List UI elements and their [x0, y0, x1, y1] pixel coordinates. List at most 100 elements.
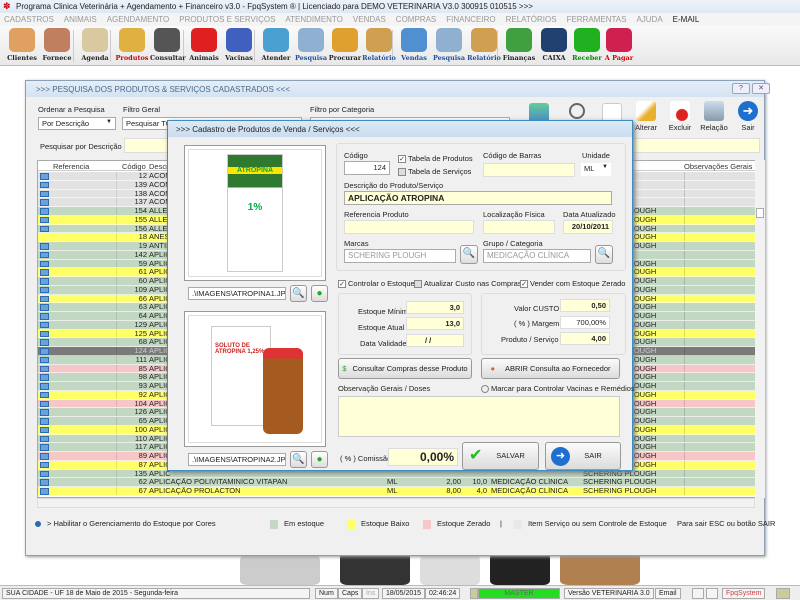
toolbar-button[interactable]: Vendas — [397, 28, 431, 65]
loc-field[interactable] — [483, 220, 555, 234]
toolbar-button[interactable]: CAIXA — [537, 28, 571, 65]
row-image-icon[interactable] — [40, 461, 49, 469]
toolbar-button[interactable]: Produtos — [115, 28, 149, 65]
row-image-icon[interactable] — [40, 479, 49, 486]
row-image-icon[interactable] — [40, 216, 49, 224]
toolbar-button[interactable]: Relatório — [467, 28, 501, 65]
row-image-icon[interactable] — [40, 330, 49, 337]
dialog-exit-button[interactable]: ➜ SAIR — [545, 442, 621, 470]
row-image-icon[interactable] — [40, 278, 49, 285]
chk-update-cost[interactable]: Atualizar Custo nas Compras — [414, 279, 522, 289]
toolbar-button[interactable]: Atender — [259, 28, 293, 65]
group-field[interactable]: MEDICAÇÃO CLÍNICA — [483, 249, 591, 263]
consult-purchases-button[interactable]: $ Consultar Compras desse Produto — [338, 358, 472, 379]
row-image-icon[interactable] — [40, 260, 49, 267]
brand-search-button[interactable]: 🔍 — [460, 245, 478, 264]
edit-button[interactable]: Alterar — [630, 101, 662, 135]
row-image-icon[interactable] — [40, 190, 49, 197]
menu-item[interactable]: AGENDAMENTO — [107, 15, 170, 26]
table-row[interactable]: 62 APLICAÇÃO POLIVITAMINICO VITAPAN ML 2,00… — [38, 478, 756, 487]
table-row[interactable]: 67 APLICAÇÃO PROLACTON ML 8,00 4,0 MEDICAÇÃO … — [38, 487, 756, 496]
row-image-icon[interactable] — [40, 409, 49, 416]
row-image-icon[interactable] — [40, 470, 49, 477]
horizontal-scrollbar[interactable] — [37, 498, 755, 508]
row-image-icon[interactable] — [40, 208, 49, 215]
row-image-icon[interactable] — [40, 453, 49, 460]
chk-sell-zero[interactable]: ✓ Vender com Estoque Zerado — [520, 279, 625, 289]
toolbar-button[interactable]: Pesquisa — [432, 28, 466, 65]
date-field[interactable]: 20/10/2011 — [563, 220, 613, 234]
col-codigo[interactable]: Código — [122, 162, 146, 171]
row-image-icon[interactable] — [40, 488, 49, 495]
unit-select[interactable]: ML — [581, 163, 611, 176]
status-email[interactable]: Email — [655, 588, 681, 599]
row-image-icon[interactable] — [40, 173, 49, 180]
image2-path[interactable]: .\IMAGENS\ATROPINA2.JPG — [188, 453, 286, 466]
network-icon[interactable] — [706, 588, 718, 599]
row-image-icon[interactable] — [40, 225, 49, 232]
menu-item[interactable]: FERRAMENTAS — [567, 15, 627, 26]
toolbar-button[interactable]: Vacinas — [222, 28, 256, 65]
vertical-scrollbar[interactable] — [755, 160, 765, 498]
row-image-icon[interactable] — [40, 348, 49, 355]
row-image-icon[interactable] — [40, 304, 49, 311]
menu-item-email[interactable]: E-MAIL — [673, 15, 700, 26]
printer-icon[interactable] — [692, 588, 704, 599]
validity-field[interactable]: / / — [406, 334, 464, 347]
open-supplier-button[interactable]: ● ABRIR Consulta ao Fornecedor — [481, 358, 620, 379]
help-button[interactable]: ? — [732, 83, 750, 94]
row-image-icon[interactable] — [40, 365, 49, 372]
image1-path[interactable]: .\IMAGENS\ATROPINA1.JPG — [188, 287, 286, 300]
col-observacoes[interactable]: Observações Gerais — [684, 162, 752, 171]
chk-control-stock[interactable]: ✓ Controlar o Estoque — [338, 279, 415, 289]
toolbar-button[interactable]: Finanças — [502, 28, 536, 65]
menu-item[interactable]: RELATÓRIOS — [506, 15, 557, 26]
row-image-icon[interactable] — [40, 383, 49, 390]
image2-search-button[interactable]: 🔍 — [290, 451, 307, 468]
row-image-icon[interactable] — [40, 356, 49, 364]
toolbar-button[interactable]: Receber — [570, 28, 604, 65]
exit-button[interactable]: ➜ Sair — [732, 101, 764, 135]
row-image-icon[interactable] — [40, 295, 49, 302]
scroll-thumb[interactable] — [756, 208, 764, 218]
row-image-icon[interactable] — [40, 181, 49, 189]
col-referencia[interactable]: Referencia — [53, 162, 89, 171]
toolbar-button[interactable]: A Pagar — [602, 28, 636, 65]
toolbar-button[interactable]: Clientes — [5, 28, 39, 65]
toolbar-button[interactable]: Animais — [187, 28, 221, 65]
cur-stock-field[interactable]: 13,0 — [406, 317, 464, 330]
menu-item[interactable]: COMPRAS — [396, 15, 436, 26]
commission-field[interactable]: 0,00% — [388, 448, 458, 466]
margin-field[interactable]: 700,00% — [560, 316, 610, 329]
radio-vaccine[interactable]: Marcar para Controlar Vacinas e Remédios — [481, 384, 635, 394]
delete-button[interactable]: Excluir — [664, 101, 696, 135]
toolbar-button[interactable]: Agenda — [78, 28, 112, 65]
menu-item[interactable]: FINANCEIRO — [446, 15, 495, 26]
row-image-icon[interactable] — [40, 391, 49, 399]
obs-field[interactable] — [338, 396, 620, 437]
price-field[interactable]: 4,00 — [560, 332, 610, 345]
image2-load-button[interactable]: ● — [311, 451, 328, 468]
row-image-icon[interactable] — [40, 444, 49, 451]
row-image-icon[interactable] — [40, 313, 49, 320]
row-image-icon[interactable] — [40, 339, 49, 346]
code-field[interactable]: 124 — [344, 161, 390, 175]
menu-item[interactable]: ATENDIMENTO — [285, 15, 342, 26]
image1-load-button[interactable]: ● — [311, 285, 328, 302]
toolbar-button[interactable]: Consultar — [150, 28, 186, 65]
barcode-field[interactable] — [483, 163, 575, 177]
row-image-icon[interactable] — [40, 426, 49, 434]
desc-field[interactable]: APLICAÇÃO ATROPINA — [344, 191, 612, 205]
row-image-icon[interactable] — [40, 269, 49, 276]
menu-item[interactable]: CADASTROS — [4, 15, 54, 26]
menu-item[interactable]: PRODUTOS E SERVIÇOS — [179, 15, 275, 26]
toolbar-button[interactable]: Pesquisa — [294, 28, 328, 65]
toolbar-button[interactable]: Fornece — [40, 28, 74, 65]
menu-item[interactable]: VENDAS — [353, 15, 386, 26]
brand-field[interactable]: SCHERING PLOUGH — [344, 249, 456, 263]
group-search-button[interactable]: 🔍 — [595, 245, 613, 264]
save-button[interactable]: ✔ SALVAR — [462, 442, 539, 470]
report-button[interactable]: Relação — [698, 101, 730, 135]
row-image-icon[interactable] — [40, 199, 49, 206]
image1-search-button[interactable]: 🔍 — [290, 285, 307, 302]
